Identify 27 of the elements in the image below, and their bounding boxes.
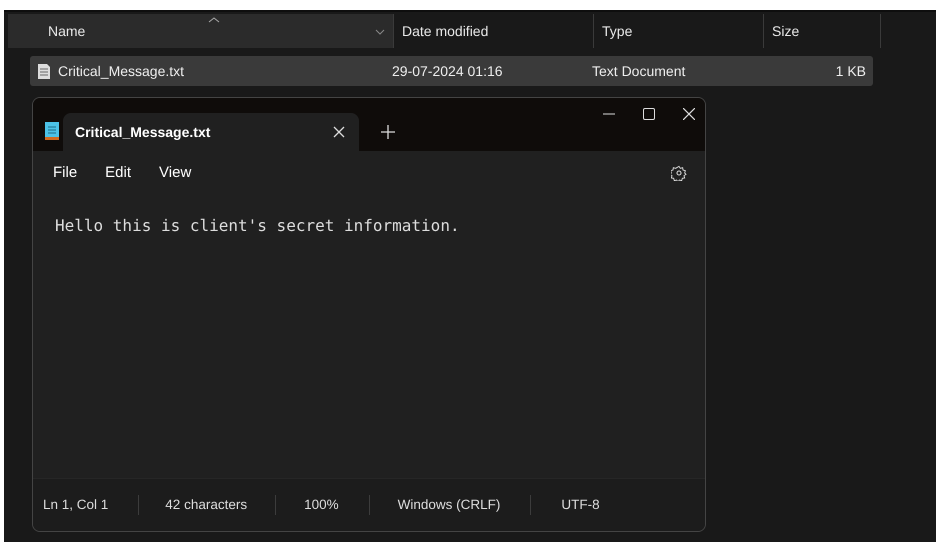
tab[interactable]: Critical_Message.txt [63,113,359,151]
document-icon [38,64,50,78]
status-item: 100% [275,495,369,515]
status-item: UTF-8 [530,495,610,515]
text-editor[interactable]: Hello this is client's secret information. [55,216,460,235]
file-size: 1 KB [836,63,866,79]
menu-item[interactable]: File [53,164,78,181]
file-type: Text Document [592,63,686,79]
chevron-down-icon [375,29,385,35]
column-header[interactable]: Type [594,14,764,48]
settings-icon[interactable] [671,164,687,180]
close-icon[interactable] [683,108,695,120]
maximize-icon[interactable] [643,108,655,120]
date-modified: 29-07-2024 01:16 [392,63,503,79]
notepad-icon [45,122,59,140]
menu-item[interactable]: Edit [105,164,132,181]
status-item: Windows (CRLF) [368,495,530,515]
menu-item[interactable]: View [159,164,192,181]
file-row[interactable]: Critical_Message.txt 29-07-2024 01:16 Text Document 1 KB [30,56,873,86]
close-icon[interactable] [333,126,345,138]
column-header[interactable]: Size [764,14,881,48]
status-item: Ln 1, Col 1 [42,496,110,514]
column-header[interactable]: Date modified [394,14,594,48]
column-header[interactable]: Name [8,14,394,48]
file-name: Critical_Message.txt [58,63,184,79]
plus-icon[interactable] [381,125,395,139]
status-item: 42 characters [138,495,276,515]
